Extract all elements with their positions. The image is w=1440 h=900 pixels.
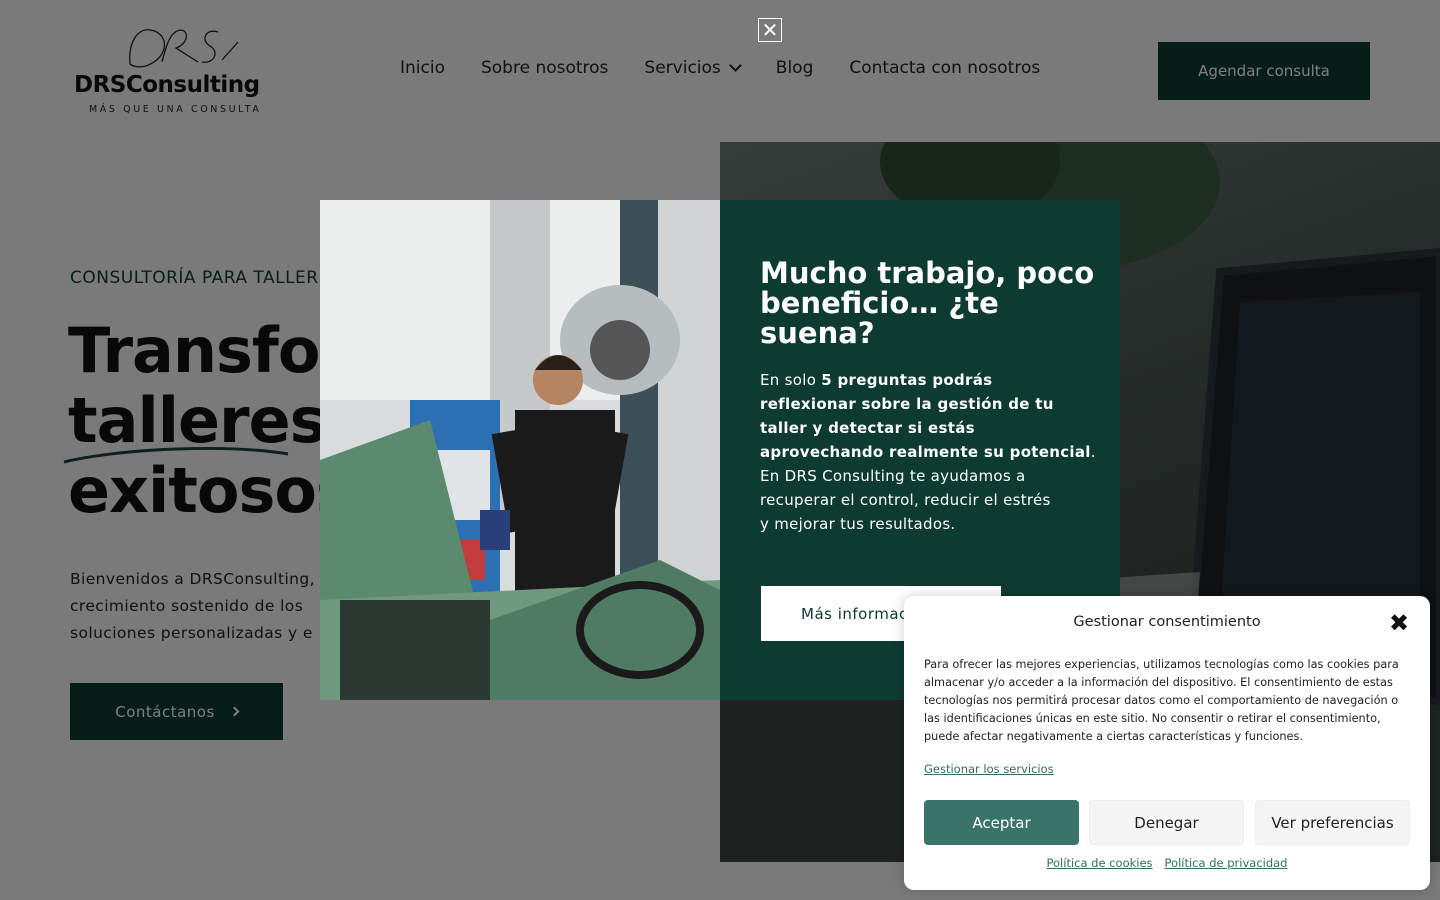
modal-text-bold: 5 preguntas podrás [821, 371, 993, 389]
privacy-policy-link[interactable]: Política de privacidad [1165, 856, 1288, 870]
cookie-description: Para ofrecer las mejores experiencias, u… [924, 656, 1404, 746]
modal-text-fragment: . [1090, 443, 1096, 461]
modal-text-line: En solo 5 preguntas podrás [760, 368, 1090, 392]
modal-text-line: recuperar el control, reducir el estrés [760, 491, 1051, 509]
modal-title-line: suena? [760, 316, 875, 350]
cookie-policy-link[interactable]: Política de cookies [1047, 856, 1153, 870]
modal-text-line: aprovechando realmente su potencial. [760, 440, 1096, 464]
modal-text-bold: reflexionar sobre la gestión de tu [760, 395, 1054, 413]
modal-title-line: Mucho trabajo, poco [760, 256, 1095, 290]
preferences-button[interactable]: Ver preferencias [1255, 800, 1410, 845]
cookie-text-line: las identificaciones únicas en este siti… [924, 712, 1381, 725]
cookie-text-line: almacenar y/o acceder a la información d… [924, 676, 1393, 689]
modal-title: Mucho trabajo, poco beneficio… ¿te suena… [760, 256, 1095, 350]
modal-text-line: y mejorar tus resultados. [760, 515, 956, 533]
deny-button[interactable]: Denegar [1089, 800, 1244, 845]
mechanic-workshop-illustration [320, 200, 720, 700]
modal-text-fragment: En solo [760, 371, 822, 389]
modal-close-icon[interactable]: ✕ [758, 18, 782, 42]
mechanic-image [320, 200, 720, 700]
cookie-footer-links: Política de cookies Política de privacid… [904, 856, 1430, 870]
modal-description: En solo 5 preguntas podrás reflexionar s… [760, 368, 1096, 536]
cookie-consent-banner: Gestionar consentimiento ✖ Para ofrecer … [904, 596, 1430, 890]
cookie-text-line: puede afectar negativamente a ciertas ca… [924, 730, 1303, 743]
cookie-close-icon[interactable]: ✖ [1388, 611, 1410, 635]
modal-text-bold: aprovechando realmente su potencial [760, 443, 1091, 461]
cookie-title: Gestionar consentimiento [1073, 614, 1261, 630]
accept-button[interactable]: Aceptar [924, 800, 1079, 845]
modal-text-line: En DRS Consulting te ayudamos a [760, 467, 1026, 485]
modal-title-line: beneficio… ¿te [760, 286, 999, 320]
modal-text-bold: taller y detectar si estás [760, 419, 975, 437]
manage-services-link[interactable]: Gestionar los servicios [924, 762, 1054, 776]
cookie-text-line: tecnologías nos permitirá procesar datos… [924, 694, 1399, 707]
cookie-text-line: Para ofrecer las mejores experiencias, u… [924, 658, 1399, 671]
